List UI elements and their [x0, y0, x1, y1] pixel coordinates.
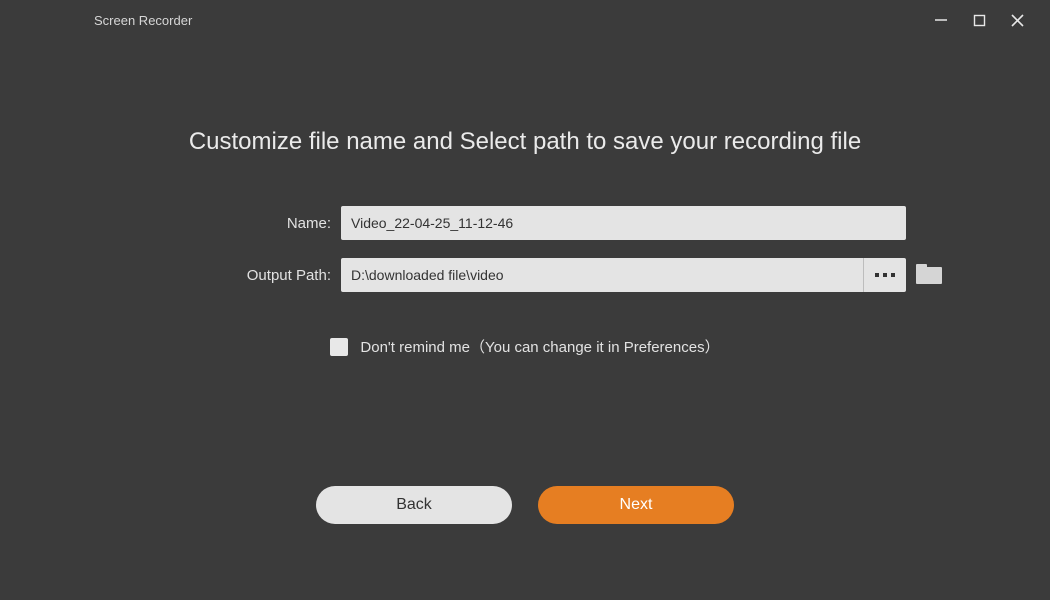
minimize-icon: [934, 13, 948, 27]
browse-dots-icon: [874, 271, 896, 279]
open-folder-button[interactable]: [916, 264, 944, 286]
output-path-input[interactable]: [341, 258, 863, 292]
page-heading: Customize file name and Select path to s…: [0, 128, 1050, 156]
app-title: Screen Recorder: [94, 13, 192, 28]
next-button[interactable]: Next: [538, 486, 734, 524]
name-row: Name:: [95, 206, 955, 240]
browse-button[interactable]: [863, 258, 906, 292]
folder-icon: [916, 264, 942, 284]
dont-remind-checkbox[interactable]: [330, 338, 348, 356]
footer-buttons: Back Next: [0, 486, 1050, 524]
titlebar: Screen Recorder: [0, 0, 1050, 40]
back-button[interactable]: Back: [316, 486, 512, 524]
maximize-button[interactable]: [960, 4, 998, 36]
output-path-label: Output Path:: [95, 267, 341, 284]
form: Name: Output Path: Don't remind me（You c…: [95, 206, 955, 357]
maximize-icon: [973, 14, 986, 27]
close-button[interactable]: [998, 4, 1036, 36]
dont-remind-row: Don't remind me（You can change it in Pre…: [95, 336, 955, 357]
dont-remind-label: Don't remind me（You can change it in Pre…: [360, 336, 719, 357]
close-icon: [1010, 13, 1025, 28]
name-label: Name:: [95, 215, 341, 232]
window-controls: [922, 4, 1036, 36]
minimize-button[interactable]: [922, 4, 960, 36]
output-path-row: Output Path:: [95, 258, 955, 292]
name-input[interactable]: [341, 206, 906, 240]
